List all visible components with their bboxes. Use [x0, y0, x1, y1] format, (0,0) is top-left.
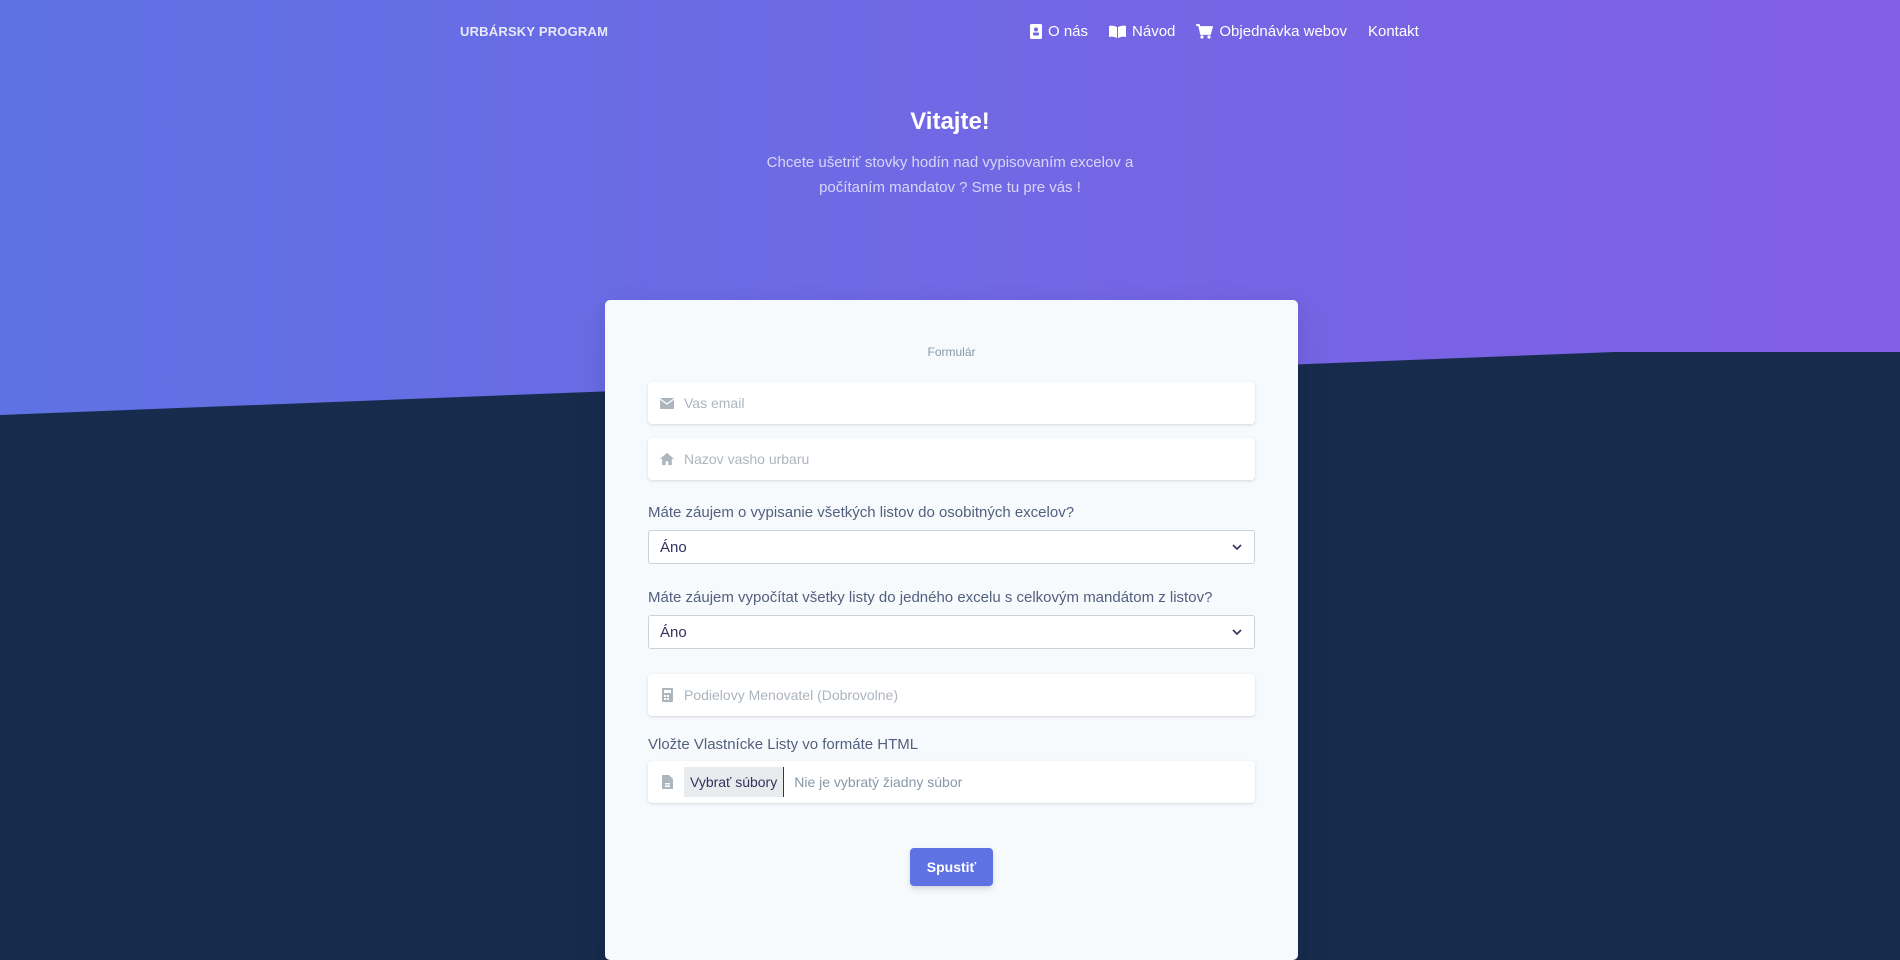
question1-select[interactable]: Áno: [648, 530, 1255, 564]
main-nav: O nás Návod Objednávka webov Kontakt: [1030, 23, 1419, 40]
nav-label-about: O nás: [1048, 23, 1089, 40]
nav-item-order[interactable]: Objednávka webov: [1196, 23, 1347, 40]
question1-value: Áno: [660, 538, 687, 556]
page-subtitle: Chcete ušetriť stovky hodín nad vypisova…: [766, 154, 1134, 196]
nav-item-contact[interactable]: Kontakt: [1368, 23, 1419, 40]
email-field: [648, 382, 1255, 424]
chevron-down-icon: [1232, 543, 1242, 551]
choose-files-button[interactable]: Vybrať súbory: [684, 767, 785, 797]
chevron-down-icon: [1232, 628, 1242, 636]
file-icon: [660, 775, 674, 789]
form-card: Formulár Máte záujem o vypisanie všetkýc…: [605, 300, 1298, 960]
question2-select[interactable]: Áno: [648, 615, 1255, 649]
home-icon: [660, 452, 674, 466]
calculator-icon: [660, 688, 674, 702]
urbar-input[interactable]: [684, 451, 1244, 467]
nav-label-order: Objednávka webov: [1219, 23, 1347, 40]
question1-label: Máte záujem o vypisanie všetkých listov …: [648, 504, 1075, 521]
email-input[interactable]: [684, 395, 1244, 411]
question2-value: Áno: [660, 623, 687, 641]
question2-label: Máte záujem vypočítat všetky listy do je…: [648, 589, 1213, 606]
file-label: Vložte Vlastnícke Listy vo formáte HTML: [648, 736, 919, 753]
form-title: Formulár: [927, 345, 976, 359]
address-card-icon: [1030, 24, 1042, 39]
page-title: Vitajte!: [910, 108, 990, 135]
file-field: Vybrať súbory Nie je vybratý žiadny súbo…: [648, 761, 1255, 803]
urbar-field: [648, 438, 1255, 480]
brand-logo[interactable]: URBÁRSKY PROGRAM: [460, 24, 608, 39]
envelope-icon: [660, 396, 674, 410]
nav-label-contact: Kontakt: [1367, 23, 1419, 40]
denominator-input[interactable]: [684, 687, 1244, 703]
denominator-field: [648, 674, 1255, 716]
nav-item-about[interactable]: O nás: [1030, 23, 1088, 40]
book-icon: [1109, 25, 1127, 38]
file-status: Nie je vybratý žiadny súbor: [794, 774, 963, 790]
submit-button[interactable]: Spustiť: [910, 848, 993, 886]
shopping-cart-icon: [1196, 24, 1214, 39]
nav-item-guide[interactable]: Návod: [1109, 23, 1175, 40]
nav-label-guide: Návod: [1132, 23, 1176, 40]
